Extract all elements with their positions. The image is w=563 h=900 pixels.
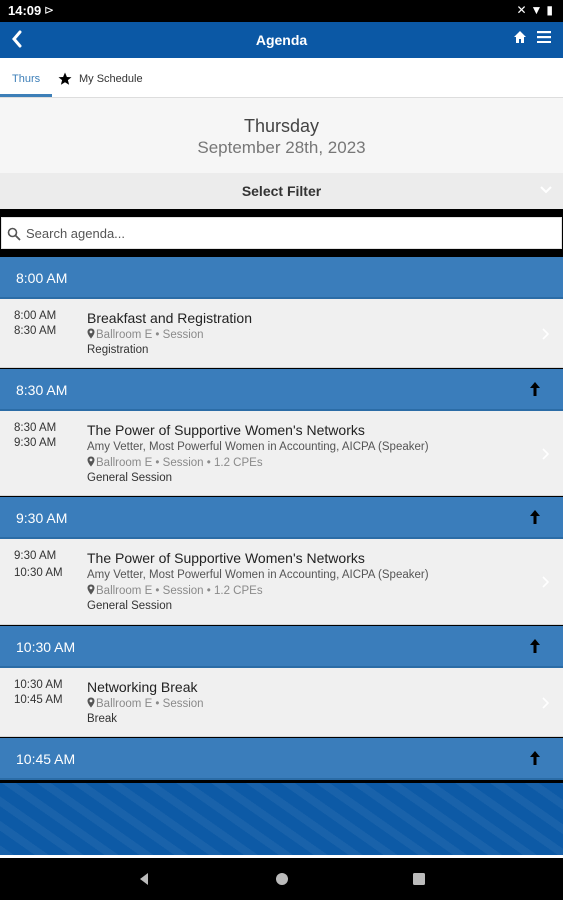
session-location: Ballroom E • Session • 1.2 CPEs [96, 457, 263, 469]
arrow-up-icon[interactable] [529, 750, 541, 766]
time-slot-label: 10:45 AM [16, 751, 76, 767]
arrow-up-icon[interactable] [529, 509, 541, 525]
session-location: Ballroom E • Session • 1.2 CPEs [96, 585, 263, 597]
session-item[interactable]: 10:30 AM 10:45 AM Networking Break Ballr… [0, 668, 563, 737]
search-icon [7, 227, 21, 241]
time-slot-header: 8:00 AM [0, 257, 563, 299]
session-location-line: Ballroom E • Session • 1.2 CPEs [87, 584, 263, 597]
mute-icon: ✕ [516, 3, 531, 17]
home-icon[interactable] [513, 30, 527, 44]
chevron-right-icon [542, 576, 549, 588]
session-item[interactable]: 8:00 AM 8:30 AM Breakfast and Registrati… [0, 299, 563, 368]
session-category: Break [87, 713, 118, 725]
session-category: General Session [87, 600, 173, 612]
session-end-time: 9:30 AM [14, 437, 57, 449]
session-title: Breakfast and Registration [87, 310, 252, 326]
location-pin-icon [87, 456, 95, 467]
chevron-right-icon [542, 448, 549, 460]
time-slot-label: 8:30 AM [16, 382, 68, 398]
session-end-time: 8:30 AM [14, 325, 57, 337]
day-tabs: Thurs My Schedule [0, 58, 563, 98]
date-day: Thursday [243, 116, 320, 136]
search-placeholder: Search agenda... [26, 226, 126, 241]
time-slot-header: 8:30 AM [0, 369, 563, 411]
nav-recents-icon[interactable] [412, 872, 426, 886]
session-start-time: 9:30 AM [14, 550, 57, 562]
time-slot-label: 9:30 AM [16, 510, 68, 526]
notification-icon: ⊳ [44, 3, 55, 17]
session-category: Registration [87, 344, 149, 356]
footer-banner [0, 783, 563, 855]
location-pin-icon [87, 584, 95, 595]
time-slot-label: 10:30 AM [16, 639, 76, 655]
session-location-line: Ballroom E • Session [87, 697, 204, 710]
session-speaker: Amy Vetter, Most Powerful Women in Accou… [87, 441, 429, 453]
session-location-line: Ballroom E • Session [87, 328, 204, 341]
session-start-time: 8:30 AM [14, 422, 57, 434]
nav-home-icon[interactable] [275, 872, 289, 886]
search-input[interactable]: Search agenda... [1, 217, 562, 249]
tab-my-schedule[interactable]: My Schedule [79, 73, 143, 85]
tab-thurs[interactable]: Thurs [12, 73, 40, 85]
filter-dropdown[interactable]: Select Filter [0, 173, 563, 209]
session-category: General Session [87, 472, 173, 484]
date-header: Thursday September 28th, 2023 [0, 98, 563, 173]
time-slot-header: 9:30 AM [0, 497, 563, 539]
menu-icon[interactable] [537, 31, 551, 43]
session-location-line: Ballroom E • Session • 1.2 CPEs [87, 456, 263, 469]
session-item[interactable]: 8:30 AM 9:30 AM The Power of Supportive … [0, 411, 563, 496]
time-slot-header: 10:30 AM [0, 626, 563, 668]
chevron-right-icon [542, 328, 549, 340]
session-end-time: 10:45 AM [14, 694, 63, 706]
location-pin-icon [87, 697, 95, 708]
app-bar: Agenda [0, 22, 563, 58]
session-title: The Power of Supportive Women's Networks [87, 422, 365, 438]
status-icons: ✕▼▮ [516, 3, 557, 17]
session-location: Ballroom E • Session [96, 698, 204, 710]
status-time: 14:09 [8, 3, 42, 18]
star-icon[interactable] [58, 72, 72, 86]
session-item[interactable]: 9:30 AM 10:30 AM The Power of Supportive… [0, 539, 563, 625]
time-slot-label: 8:00 AM [16, 270, 68, 286]
session-start-time: 8:00 AM [14, 310, 57, 322]
chevron-down-icon [540, 186, 552, 194]
active-tab-indicator [0, 94, 52, 97]
session-end-time: 10:30 AM [14, 567, 63, 579]
time-slot-header: 10:45 AM [0, 738, 563, 780]
battery-icon: ▮ [546, 3, 557, 17]
location-pin-icon [87, 328, 95, 339]
session-start-time: 10:30 AM [14, 679, 63, 691]
session-speaker: Amy Vetter, Most Powerful Women in Accou… [87, 569, 429, 581]
system-nav-bar [0, 858, 563, 900]
chevron-right-icon [542, 697, 549, 709]
date-full: September 28th, 2023 [197, 138, 366, 157]
session-title: The Power of Supportive Women's Networks [87, 550, 365, 566]
session-title: Networking Break [87, 679, 198, 695]
filter-label: Select Filter [241, 183, 322, 199]
nav-back-icon[interactable] [137, 872, 151, 886]
arrow-up-icon[interactable] [529, 638, 541, 654]
page-title: Agenda [255, 32, 308, 48]
wifi-icon: ▼ [530, 3, 547, 17]
session-location: Ballroom E • Session [96, 329, 204, 341]
arrow-up-icon[interactable] [529, 381, 541, 397]
status-bar: 14:09 ⊳ ✕▼▮ [0, 0, 563, 22]
